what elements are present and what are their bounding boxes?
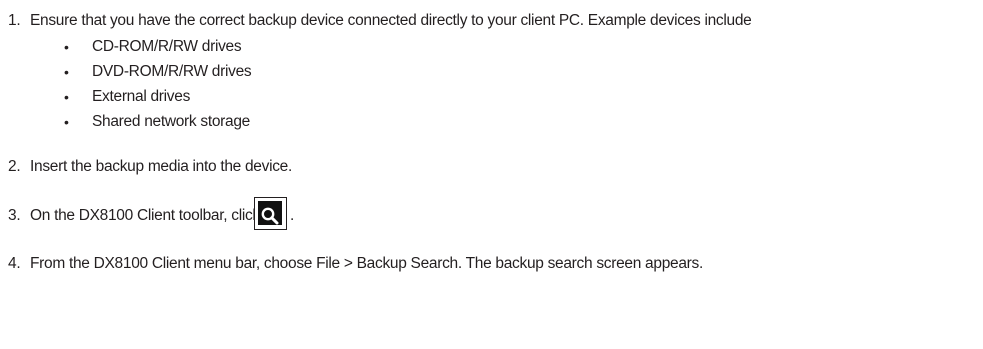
list-item-text: DVD-ROM/R/RW drives [92, 63, 252, 80]
list-item-text: CD-ROM/R/RW drives [92, 38, 242, 55]
list-item-text: External drives [92, 88, 191, 105]
bullet: • [64, 64, 69, 80]
step-number: 1. [8, 12, 21, 29]
bullet: • [64, 114, 69, 130]
step-text: On the DX8100 Client toolbar, click [30, 207, 260, 224]
backup-search-icon [258, 201, 282, 225]
step-number: 2. [8, 158, 21, 175]
step-number: 3. [8, 207, 21, 224]
step-text: Insert the backup media into the device. [30, 158, 292, 175]
step-text: Ensure that you have the correct backup … [30, 12, 752, 29]
backup-search-button[interactable] [254, 197, 287, 230]
trailing-period: . [290, 207, 295, 224]
magnifier-icon [261, 207, 279, 225]
step-number: 4. [8, 255, 21, 272]
bullet: • [64, 39, 69, 55]
list-item-text: Shared network storage [92, 113, 250, 130]
step-text: From the DX8100 Client menu bar, choose … [30, 255, 703, 272]
bullet: • [64, 89, 69, 105]
